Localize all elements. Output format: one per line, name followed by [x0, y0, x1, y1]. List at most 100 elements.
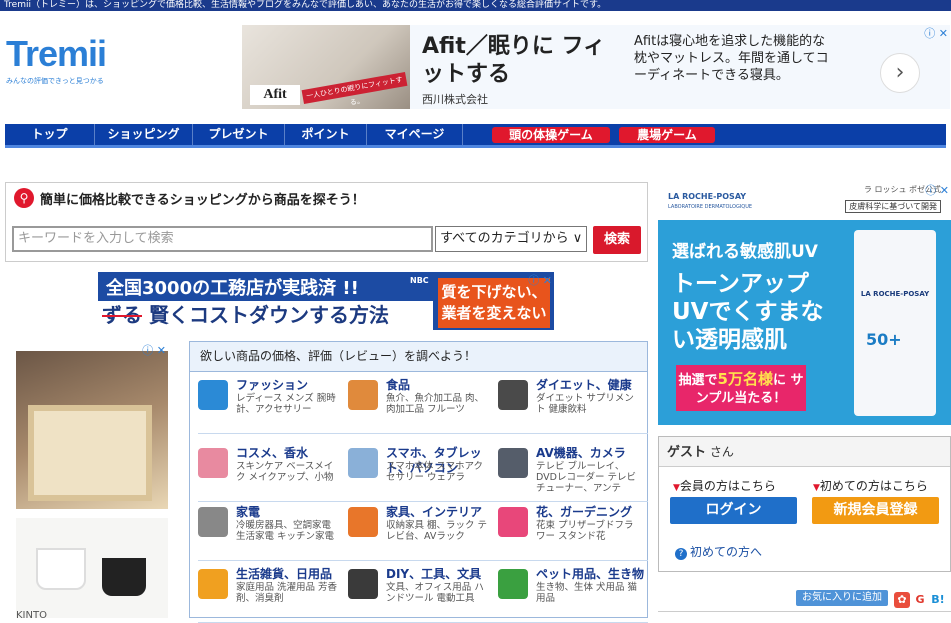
category-title[interactable]: 家電	[236, 505, 346, 520]
divider	[348, 501, 498, 502]
first-time-link[interactable]: ? 初めての方へ	[675, 543, 762, 560]
ad-choices-icon[interactable]: ⓘ ✕	[142, 342, 166, 358]
category-item[interactable]: ファッション レディース メンズ 腕時計、アクセサリー	[198, 376, 348, 434]
nav-point[interactable]: ポイント	[285, 124, 367, 145]
ad-image-band: 一人ひとりの眠りにフィットする。	[301, 71, 408, 107]
ad-choices-icon[interactable]: ⓘ ✕	[528, 272, 552, 288]
mid-ad-line1: 全国3000の工務店が実践済 !!	[106, 278, 359, 299]
category-panel-header: 欲しい商品の価格、評価（レビュー）を調べよう！	[190, 342, 647, 372]
category-title[interactable]: 花、ガーデニング	[536, 505, 646, 520]
member-label: ▼会員の方はこちら	[673, 477, 776, 494]
wooden-box	[28, 405, 152, 501]
divider	[348, 433, 498, 434]
question-icon: ?	[675, 548, 687, 560]
category-item[interactable]: AV機器、カメラ テレビ ブルーレイ、DVDレコーダー テレビチューナー、アンテ	[498, 444, 648, 502]
category-subtitle: スマホ本体 スマホアクセサリー ウェアラ	[386, 461, 483, 483]
search-button[interactable]: 検索	[593, 226, 641, 254]
category-item[interactable]: 家具、インテリア 収納家具 棚、ラック テレビ台、AVラック	[348, 503, 498, 561]
triangle-down-icon: ▼	[673, 483, 680, 493]
ad-choices-icon[interactable]: ⓘ ✕	[925, 182, 949, 198]
divider	[198, 501, 348, 502]
category-select[interactable]: すべてのカテゴリから ∨	[435, 226, 587, 252]
category-subtitle: スキンケア ベースメイク メイクアップ、小物	[236, 461, 334, 483]
category-panel: 欲しい商品の価格、評価（レビュー）を調べよう！ ファッション レディース メンズ …	[189, 341, 648, 623]
category-icon	[348, 448, 378, 478]
tube-label: LA ROCHE-POSAY	[860, 290, 930, 298]
add-favorite-button[interactable]: お気に入りに追加	[796, 590, 888, 606]
mid-ad-line2: ずる 賢くコストダウンする方法	[98, 301, 433, 330]
category-item[interactable]: 生活雑貨、日用品 家庭用品 洗濯用品 芳香剤、消臭剤	[198, 565, 348, 623]
first-time-text: 初めての方へ	[690, 545, 763, 559]
share-icon[interactable]: ✿	[894, 592, 910, 608]
nav-farm-game[interactable]: 農場ゲーム	[619, 127, 715, 143]
category-item[interactable]: DIY、工具、文具 文具、オフィス用品 ハンドツール 電動工具	[348, 565, 498, 623]
register-button[interactable]: 新規会員登録	[812, 497, 939, 524]
right-ad-brand: LA ROCHE-POSAY LABORATOIRE DERMATOLOGIQUE	[668, 192, 758, 210]
category-item[interactable]: 食品 魚介、魚介加工品 肉、肉加工品 フルーツ	[348, 376, 498, 434]
logo-wordmark: Tremii	[6, 33, 107, 74]
category-subtitle: 文具、オフィス用品 ハンドツール 電動工具	[386, 582, 484, 604]
category-title[interactable]: 食品	[386, 378, 496, 393]
member-label-text: 会員の方はこちら	[679, 479, 776, 493]
category-item[interactable]: 花、ガーデニング 花束 プリザーブドフラワー スタンド花	[498, 503, 648, 561]
site-description-bar: Tremii（トレミー）は、ショッピングで価格比較、生活情報やブログをみんなで評…	[0, 0, 951, 11]
category-title[interactable]: ペット用品、生き物	[536, 567, 646, 582]
ad-tofu-image	[16, 351, 168, 509]
category-title[interactable]: AV機器、カメラ	[536, 446, 646, 461]
left-sidebar-ad[interactable]: ⓘ ✕ KINTO	[16, 342, 168, 621]
right-ad-header: LA ROCHE-POSAY LABORATOIRE DERMATOLOGIQUE…	[658, 182, 951, 220]
right-panel-edge	[658, 611, 951, 618]
category-icon	[198, 507, 228, 537]
search-panel-title: 簡単に価格比較できるショッピングから商品を探そう！	[40, 193, 365, 208]
nav-mypage[interactable]: マイページ	[367, 124, 463, 145]
divider	[498, 501, 648, 502]
divider	[348, 560, 498, 561]
category-subtitle: 冷暖房器具、空調家電 生活家電 キッチン家電	[236, 520, 335, 542]
first-label-text: 初めての方はこちら	[819, 479, 928, 493]
top-banner-ad[interactable]: 一人ひとりの眠りにフィットする。 Afit Afit／眠りに フィットする 西川…	[242, 25, 950, 109]
nav-top[interactable]: トップ	[5, 124, 95, 145]
promo-num: 5万名様	[717, 370, 773, 388]
nav-shopping[interactable]: ショッピング	[95, 124, 193, 145]
main-navigation: トップ ショッピング プレゼント ポイント マイページ 頭の体操ゲーム 農場ゲー…	[5, 124, 946, 148]
brand-sub: LABORATOIRE DERMATOLOGIQUE	[668, 204, 753, 210]
category-icon	[198, 448, 228, 478]
category-title[interactable]: 生活雑貨、日用品	[236, 567, 346, 582]
category-item[interactable]: ダイエット、健康 ダイエット サプリメント 健康飲料	[498, 376, 648, 434]
nav-present[interactable]: プレゼント	[193, 124, 285, 145]
right-sidebar-ad[interactable]: LA ROCHE-POSAY LABORATOIRE DERMATOLOGIQUE…	[658, 182, 951, 425]
divider	[198, 433, 348, 434]
category-icon	[498, 507, 528, 537]
social-buttons: ✿ G B!	[894, 588, 951, 608]
category-subtitle: ダイエット サプリメント 健康飲料	[536, 393, 634, 415]
category-item[interactable]: スマホ、タブレット、パソコン スマホ本体 スマホアクセサリー ウェアラ	[348, 444, 498, 502]
category-title[interactable]: DIY、工具、文具	[386, 567, 496, 582]
category-subtitle: 花束 プリザーブドフラワー スタンド花	[536, 520, 634, 542]
category-subtitle: 魚介、魚介加工品 肉、肉加工品 フルーツ	[386, 393, 485, 415]
ad-choices-icon[interactable]: ⓘ ✕	[924, 25, 948, 41]
ad-description: Afitは寝心地を追求した機能的な枕やマットレス。年間を通してコーディネートでき…	[634, 34, 829, 83]
category-icon	[348, 507, 378, 537]
category-icon	[348, 380, 378, 410]
google-icon[interactable]: G	[912, 592, 928, 608]
login-button[interactable]: ログイン	[670, 497, 797, 524]
category-title[interactable]: コスメ、香水	[236, 446, 346, 461]
logo-tagline: みんなの評価できっと見つかる	[6, 77, 104, 85]
category-item[interactable]: 家電 冷暖房器具、空調家電 生活家電 キッチン家電	[198, 503, 348, 561]
nav-brain-game[interactable]: 頭の体操ゲーム	[492, 127, 610, 143]
ad-arrow-button[interactable]: ›	[880, 53, 920, 93]
mid-ad-nbc-logo: NBC	[410, 276, 429, 285]
ad-cups-image	[16, 518, 168, 618]
category-title[interactable]: 家具、インテリア	[386, 505, 496, 520]
category-subtitle: 家庭用品 洗濯用品 芳香剤、消臭剤	[236, 582, 338, 604]
category-item[interactable]: コスメ、香水 スキンケア ベースメイク メイクアップ、小物	[198, 444, 348, 502]
category-title[interactable]: ダイエット、健康	[536, 378, 646, 393]
search-input[interactable]: キーワードを入力して検索	[12, 226, 433, 252]
tremii-logo[interactable]: Tremii みんなの評価できっと見つかる	[6, 36, 131, 88]
category-item[interactable]: ペット用品、生き物 生き物、生体 犬用品 猫用品	[498, 565, 648, 623]
guest-name: ゲスト	[667, 445, 707, 460]
category-title[interactable]: ファッション	[236, 378, 346, 393]
hatena-bookmark-icon[interactable]: B!	[930, 592, 946, 608]
right-ad-line1: 選ばれる敏感肌UV	[672, 242, 818, 262]
middle-banner-ad[interactable]: 全国3000の工務店が実践済 !! NBC ずる 賢くコストダウンする方法 質を…	[98, 272, 554, 330]
